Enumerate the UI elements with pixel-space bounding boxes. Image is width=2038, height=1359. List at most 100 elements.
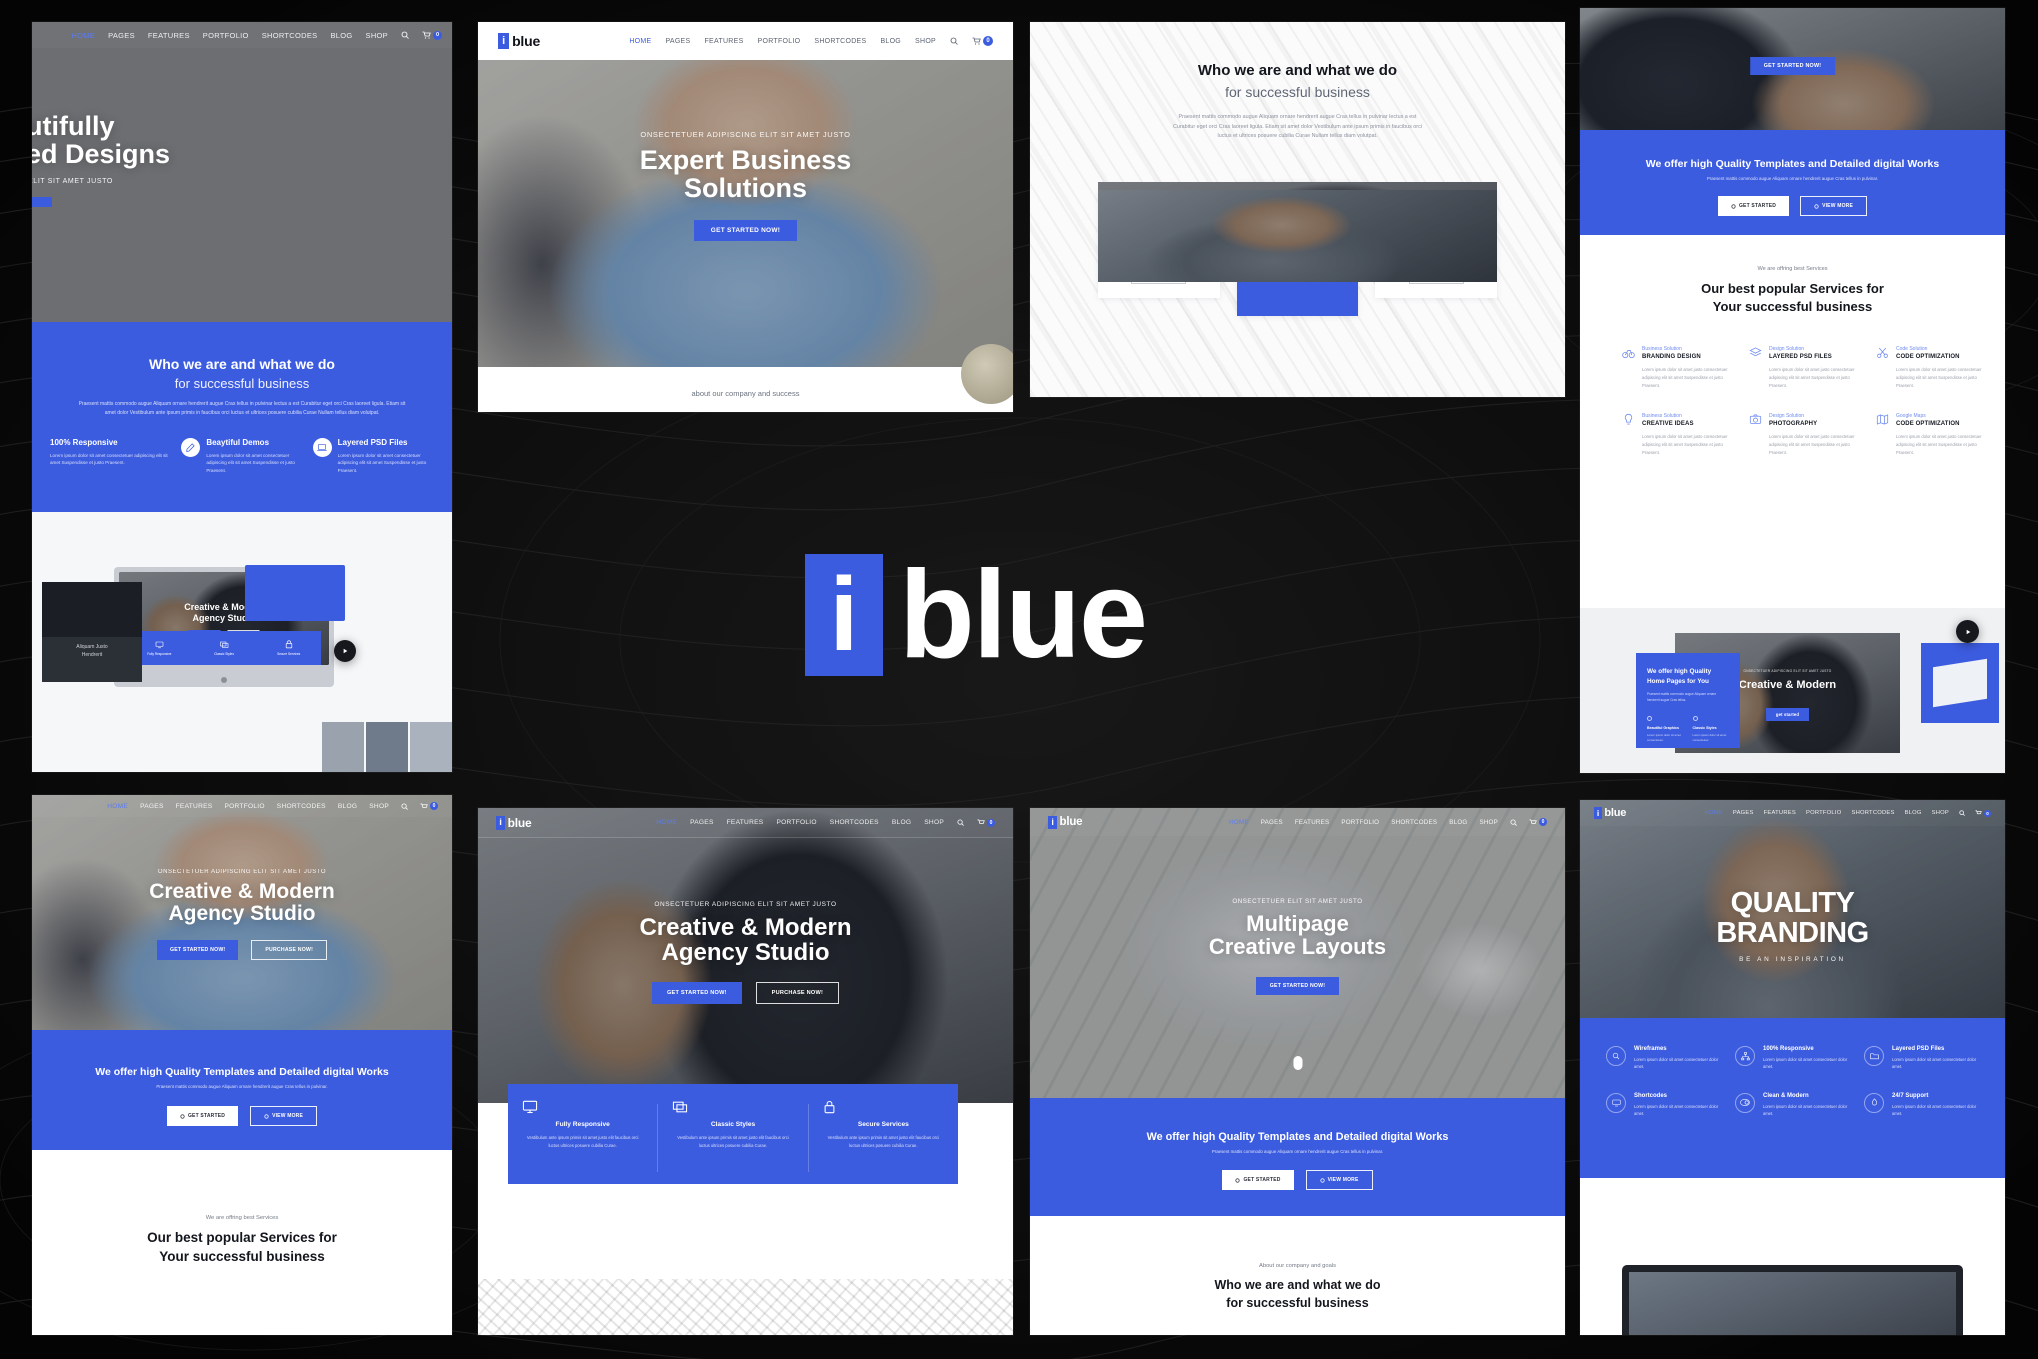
feature-item[interactable]: Fully Responsive Vestibulum ante ipsum p… bbox=[508, 1100, 657, 1184]
nav-item-shortcodes[interactable]: SHORTCODES bbox=[814, 38, 866, 45]
nav-item-blog[interactable]: BLOG bbox=[892, 819, 911, 826]
hero-cta-button[interactable]: GET STARTED NOW! bbox=[1749, 57, 1836, 75]
nav-item-shortcodes[interactable]: SHORTCODES bbox=[277, 803, 326, 810]
hero-cta-button[interactable]: GET STARTED NOW! bbox=[693, 219, 798, 241]
logo[interactable]: i blue bbox=[1594, 807, 1626, 819]
service-item[interactable]: Business Solution BRANDING DESIGN Lorem … bbox=[1622, 346, 1733, 389]
nav-item-shop[interactable]: SHOP bbox=[915, 38, 936, 45]
cart-icon[interactable]: 0 bbox=[977, 818, 995, 827]
nav-item-home[interactable]: HOME bbox=[656, 819, 677, 826]
search-icon[interactable] bbox=[950, 37, 958, 45]
nav-item-shop[interactable]: SHOP bbox=[1932, 810, 1949, 816]
nav-item-home[interactable]: HOME bbox=[1705, 810, 1723, 816]
nav-item-portfolio[interactable]: PORTFOLIO bbox=[776, 819, 816, 826]
search-icon[interactable] bbox=[957, 819, 964, 826]
nav-item-features[interactable]: FEATURES bbox=[176, 803, 213, 810]
feature-item[interactable]: 24/7 Support Lorem ipsum dolor sit amet … bbox=[1864, 1092, 1979, 1118]
cart-icon[interactable]: 0 bbox=[1975, 809, 1991, 817]
panel-multipage-layouts[interactable]: i blue HOME PAGES FEATURES PORTFOLIO SHO… bbox=[1030, 808, 1565, 1335]
logo[interactable]: i blue bbox=[496, 815, 532, 830]
nav-item-shop[interactable]: SHOP bbox=[369, 803, 389, 810]
cta-secondary-button[interactable]: VIEW MORE bbox=[1305, 1170, 1373, 1190]
nav-item-blog[interactable]: BLOG bbox=[330, 31, 352, 40]
nav-item-blog[interactable]: BLOG bbox=[338, 803, 357, 810]
nav-item-features[interactable]: FEATURES bbox=[704, 38, 743, 45]
feature-item[interactable]: Secure Services Vestibulum ante ipsum pr… bbox=[809, 1100, 958, 1184]
feature-item[interactable]: 100% Responsive Lorem ipsum dolor sit am… bbox=[50, 438, 171, 475]
nav-item-blog[interactable]: BLOG bbox=[880, 38, 901, 45]
play-icon[interactable] bbox=[1956, 620, 1979, 643]
nav-item-home[interactable]: HOME bbox=[629, 38, 651, 45]
nav-item-features[interactable]: FEATURES bbox=[727, 819, 764, 826]
nav-item-features[interactable]: FEATURES bbox=[1295, 819, 1330, 826]
panel-agency-studio-left[interactable]: HOME PAGES FEATURES PORTFOLIO SHORTCODES… bbox=[32, 795, 452, 1335]
scroll-indicator[interactable] bbox=[1293, 1056, 1302, 1070]
search-icon[interactable] bbox=[401, 31, 409, 39]
service-item[interactable]: Design Solution LAYERED PSD FILES Lorem … bbox=[1749, 346, 1860, 389]
nav-item-portfolio[interactable]: PORTFOLIO bbox=[224, 803, 264, 810]
panel-beautifully-crafted[interactable]: HOME PAGES FEATURES PORTFOLIO SHORTCODES… bbox=[32, 22, 452, 772]
hero-cta-button[interactable]: GET STARTED NOW! bbox=[1255, 977, 1340, 996]
nav-item-blog[interactable]: BLOG bbox=[1449, 819, 1467, 826]
nav-item-shop[interactable]: SHOP bbox=[1479, 819, 1498, 826]
feature-item[interactable]: 100% Responsive Lorem ipsum dolor sit am… bbox=[1735, 1046, 1850, 1071]
panel-expert-business[interactable]: i blue HOME PAGES FEATURES PORTFOLIO SHO… bbox=[478, 22, 1013, 412]
feature-item[interactable]: Layered PSD Files Lorem ipsum dolor sit … bbox=[312, 437, 434, 475]
cart-icon[interactable]: 0 bbox=[972, 36, 993, 46]
play-icon[interactable] bbox=[334, 640, 356, 662]
feature-item[interactable]: Classic Styles Vestibulum ante ipsum pri… bbox=[658, 1100, 807, 1184]
nav-item-pages[interactable]: PAGES bbox=[1733, 810, 1754, 816]
hero-cta-primary[interactable]: GET STARTED NOW! bbox=[156, 940, 239, 961]
nav-item-portfolio[interactable]: PORTFOLIO bbox=[1806, 810, 1841, 816]
info-card[interactable]: Our unique Challenges Praesent mattis co… bbox=[1098, 190, 1498, 298]
service-item[interactable]: Google Maps CODE OPTIMIZATION Lorem ipsu… bbox=[1876, 413, 1987, 456]
service-item[interactable]: Design Solution PHOTOGRAPHY Lorem ipsum … bbox=[1749, 413, 1860, 456]
panel-who-we-are[interactable]: Who we are and what we do for successful… bbox=[1030, 22, 1565, 397]
nav-item-shop[interactable]: SHOP bbox=[924, 819, 944, 826]
logo[interactable]: i blue bbox=[1048, 815, 1083, 829]
nav-item-pages[interactable]: PAGES bbox=[1261, 819, 1283, 826]
nav-item-home[interactable]: HOME bbox=[1229, 819, 1249, 826]
search-icon[interactable] bbox=[401, 802, 408, 810]
hero-cta-primary[interactable]: GET STARTED NOW! bbox=[651, 982, 742, 1005]
nav-item-shortcodes[interactable]: SHORTCODES bbox=[262, 31, 318, 40]
feature-item[interactable]: Wireframes Lorem ipsum dolor sit amet co… bbox=[1606, 1046, 1721, 1071]
nav-item-pages[interactable]: PAGES bbox=[140, 803, 164, 810]
panel-services-overview[interactable]: GET STARTED NOW! We offer high Quality T… bbox=[1580, 8, 2005, 773]
nav-item-home[interactable]: HOME bbox=[107, 803, 128, 810]
cta-secondary-button[interactable]: VIEW MORE bbox=[1800, 196, 1868, 216]
nav-item-portfolio[interactable]: PORTFOLIO bbox=[203, 31, 249, 40]
service-item[interactable]: Business Solution CREATIVE IDEAS Lorem i… bbox=[1622, 413, 1733, 456]
feature-item[interactable]: Clean & Modern Lorem ipsum dolor sit ame… bbox=[1735, 1092, 1850, 1118]
hero-cta-secondary[interactable]: PURCHASE NOW! bbox=[251, 940, 328, 961]
panel-agency-studio-center[interactable]: i blue HOME PAGES FEATURES PORTFOLIO SHO… bbox=[478, 808, 1013, 1335]
cart-icon[interactable]: 0 bbox=[1529, 818, 1547, 826]
nav-item-shortcodes[interactable]: SHORTCODES bbox=[1391, 819, 1437, 826]
cta-secondary-button[interactable]: VIEW MORE bbox=[250, 1106, 318, 1126]
cta-primary-button[interactable]: GET STARTED bbox=[1222, 1170, 1294, 1190]
panel-quality-branding[interactable]: i blue HOME PAGES FEATURES PORTFOLIO SHO… bbox=[1580, 800, 2005, 1335]
nav-item-portfolio[interactable]: PORTFOLIO bbox=[758, 38, 801, 45]
nav-item-blog[interactable]: BLOG bbox=[1905, 810, 1922, 816]
cta-primary-button[interactable]: GET STARTED bbox=[1717, 196, 1790, 216]
nav-item-shop[interactable]: SHOP bbox=[366, 31, 388, 40]
nav-item-shortcodes[interactable]: SHORTCODES bbox=[1851, 810, 1894, 816]
feature-item[interactable]: Beaytiful Demos Lorem ipsum dolor sit am… bbox=[181, 437, 302, 475]
service-item[interactable]: Code Solution CODE OPTIMIZATION Lorem ip… bbox=[1876, 346, 1987, 389]
search-icon[interactable] bbox=[1510, 818, 1517, 826]
cart-icon[interactable]: 0 bbox=[422, 30, 442, 40]
hero-cta-secondary[interactable]: PURCHASE NOW! bbox=[755, 982, 840, 1005]
mock-cta-button[interactable]: get started bbox=[1765, 708, 1810, 721]
cta-primary-button[interactable]: GET STARTED bbox=[166, 1106, 239, 1126]
hero-cta-button[interactable] bbox=[32, 196, 52, 207]
nav-item-features[interactable]: FEATURES bbox=[148, 31, 190, 40]
cart-icon[interactable]: 0 bbox=[420, 802, 438, 810]
feature-item[interactable]: Layered PSD Files Lorem ipsum dolor sit … bbox=[1864, 1046, 1979, 1071]
search-icon[interactable] bbox=[1959, 810, 1965, 816]
feature-item[interactable]: Shortcodes Lorem ipsum dolor sit amet co… bbox=[1606, 1092, 1721, 1118]
nav-item-pages[interactable]: PAGES bbox=[108, 31, 135, 40]
nav-item-home[interactable]: HOME bbox=[71, 31, 95, 40]
nav-item-features[interactable]: FEATURES bbox=[1764, 810, 1796, 816]
nav-item-shortcodes[interactable]: SHORTCODES bbox=[830, 819, 879, 826]
nav-item-pages[interactable]: PAGES bbox=[665, 38, 690, 45]
